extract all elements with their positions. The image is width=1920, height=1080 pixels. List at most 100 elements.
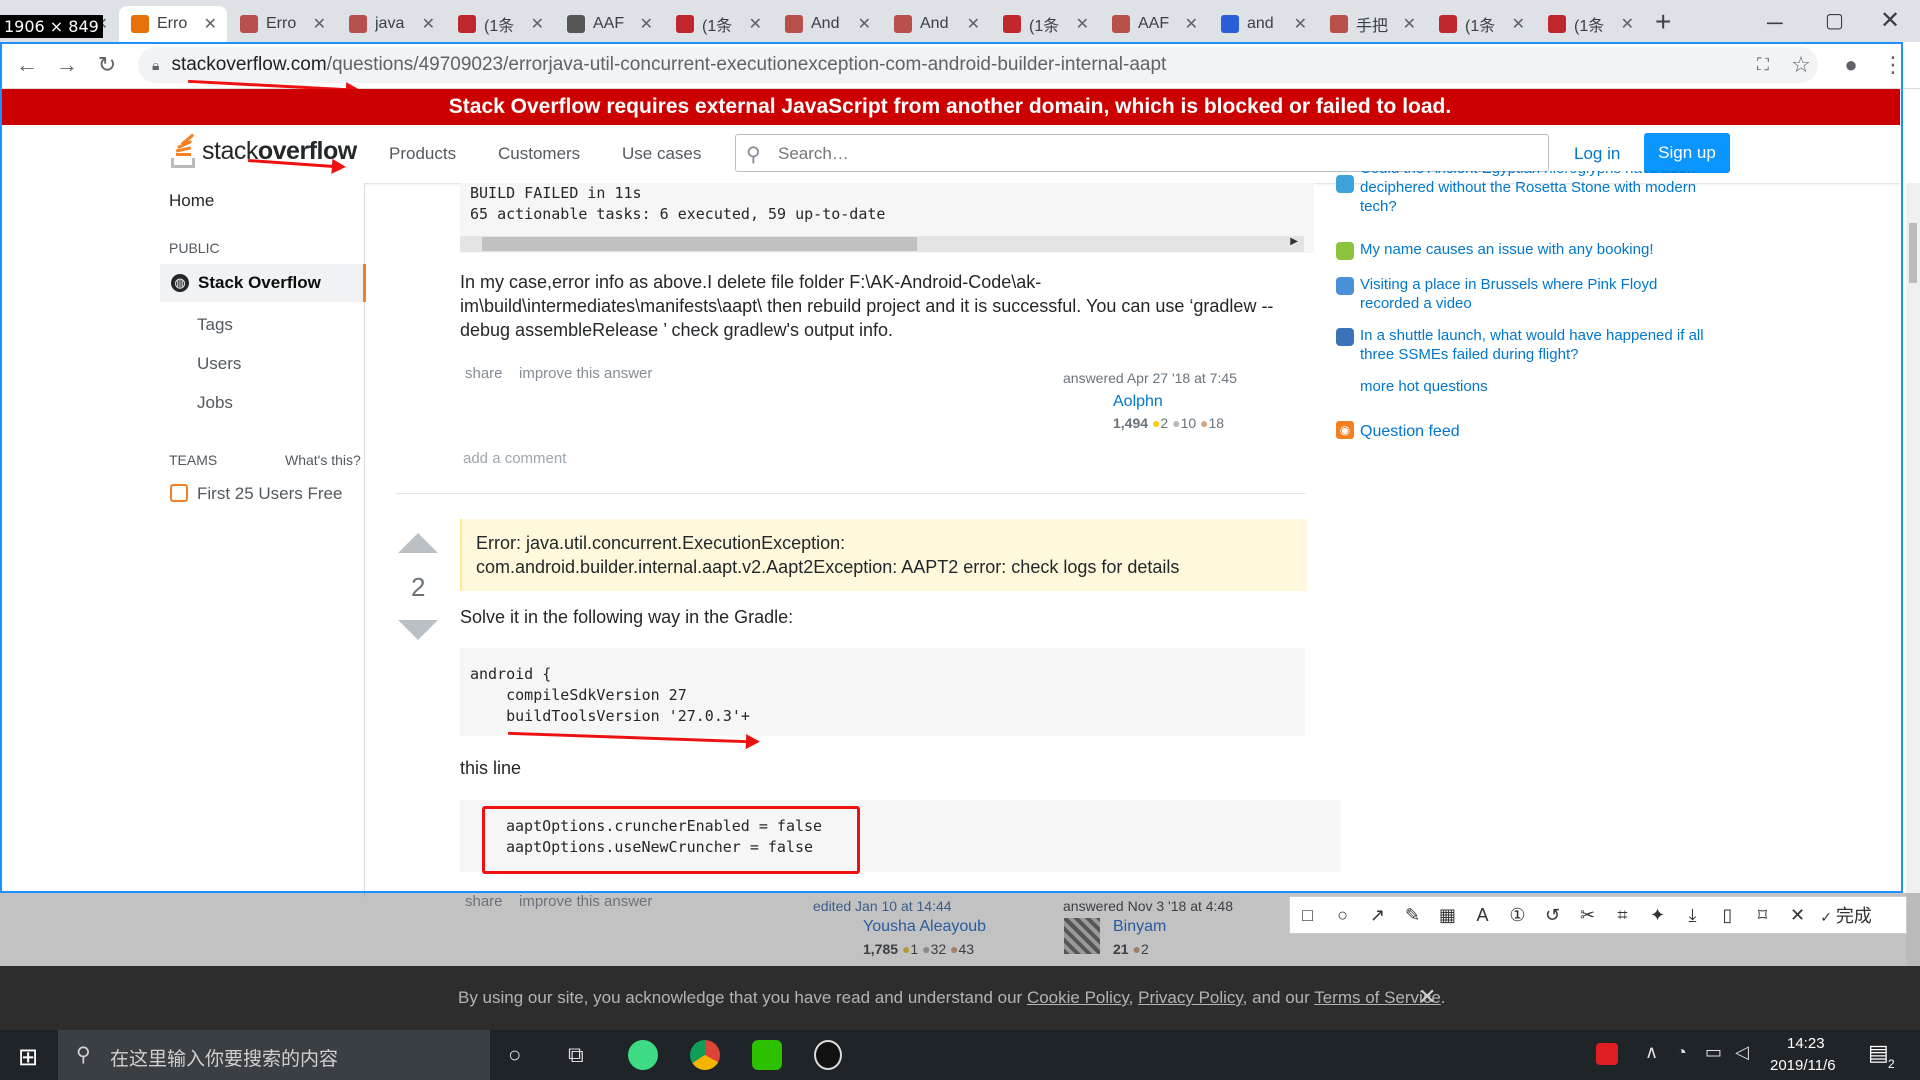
browser-tab[interactable]: (1条 ✕ (446, 6, 554, 42)
browser-tab[interactable]: 手把 ✕ (1318, 6, 1426, 42)
browser-tab[interactable]: AAF ✕ (555, 6, 663, 42)
hot-question-link[interactable]: Visiting a place in Brussels where Pink … (1360, 275, 1710, 313)
cookie-policy-link[interactable]: Cookie Policy (1027, 988, 1129, 1007)
search-box[interactable]: ⚲ (735, 134, 1549, 172)
share-link-2[interactable]: share (465, 893, 503, 910)
scrollbar-thumb[interactable] (482, 237, 917, 251)
first-users-free-link[interactable]: First 25 Users Free (197, 484, 342, 504)
tab-close-icon[interactable]: ✕ (858, 14, 871, 34)
window-close-button[interactable]: ✕ (1880, 6, 1900, 35)
teams-whats-this-link[interactable]: What's this? (285, 452, 361, 468)
upvote-icon[interactable] (398, 533, 438, 553)
profile-icon[interactable]: ● (1838, 52, 1864, 78)
network-icon[interactable]: ◔ (1676, 1042, 1687, 1063)
phone-icon[interactable]: ▯ (1710, 905, 1745, 926)
tab-close-icon[interactable]: ✕ (1185, 14, 1198, 34)
tab-close-icon[interactable]: ✕ (1403, 14, 1416, 34)
windows-start-icon[interactable]: ⊞ (18, 1043, 38, 1072)
share-link[interactable]: share (465, 365, 503, 382)
clock-date[interactable]: 2019/11/6 (1770, 1057, 1836, 1074)
sidebar-item-users[interactable]: Users (197, 354, 241, 374)
sidebar-item-stackoverflow[interactable]: Stack Overflow (198, 273, 321, 293)
tab-close-icon[interactable]: ✕ (1621, 14, 1634, 34)
ocr-icon[interactable]: ⌗ (1605, 905, 1640, 926)
more-hot-questions-link[interactable]: more hot questions (1360, 377, 1710, 396)
sidebar-item-tags[interactable]: Tags (197, 315, 233, 335)
browser-tab[interactable]: (1条 ✕ (664, 6, 772, 42)
menu-icon[interactable]: ⋮ (1880, 52, 1906, 78)
cut-icon[interactable]: ✂ (1570, 905, 1605, 926)
browser-tab[interactable]: (1条 ✕ (1427, 6, 1535, 42)
cortana-icon[interactable]: ○ (508, 1042, 521, 1068)
tab-close-icon[interactable]: ✕ (1076, 14, 1089, 34)
chrome-icon[interactable] (690, 1040, 720, 1070)
tab-close-icon[interactable]: ✕ (204, 14, 217, 34)
cookie-close-icon[interactable]: ✕ (1418, 984, 1436, 1010)
download-icon[interactable]: ⤓ (1675, 905, 1710, 926)
scroll-right-icon[interactable]: ▶ (1290, 236, 1298, 247)
hot-question-link[interactable]: In a shuttle launch, what would have hap… (1360, 326, 1710, 364)
bookmark-star-icon[interactable]: ☆ (1788, 52, 1814, 78)
pin-icon[interactable]: ✦ (1640, 905, 1675, 926)
new-tab-button[interactable]: + (1655, 6, 1671, 38)
wechat-icon[interactable] (752, 1040, 782, 1070)
browser-tab[interactable]: java ✕ (337, 6, 445, 42)
translate-icon[interactable]: ⛶ (1750, 52, 1776, 78)
address-bar[interactable]: 🔒︎ stackoverflow.com/questions/49709023/… (138, 47, 1818, 83)
done-button[interactable]: ✓ 完成 (1815, 902, 1877, 928)
improve-answer-link[interactable]: improve this answer (519, 365, 652, 382)
cancel-icon[interactable]: ✕ (1780, 905, 1815, 926)
hot-question-link[interactable]: My name causes an issue with any booking… (1360, 240, 1710, 259)
nav-customers[interactable]: Customers (498, 144, 580, 164)
login-link[interactable]: Log in (1574, 144, 1620, 164)
mosaic-tool-icon[interactable]: ▦ (1430, 905, 1465, 926)
forward-icon[interactable]: → (54, 52, 80, 78)
notifications-icon[interactable]: ▤ (1868, 1040, 1889, 1066)
browser-tab[interactable]: and ✕ (1209, 6, 1317, 42)
volume-icon[interactable]: ◁ (1735, 1042, 1749, 1063)
back-icon[interactable]: ← (14, 52, 40, 78)
number-tool-icon[interactable]: ① (1500, 905, 1535, 926)
user-avatar[interactable] (1064, 393, 1096, 425)
clock-time[interactable]: 14:23 (1787, 1035, 1825, 1052)
browser-tab[interactable]: AAF ✕ (1100, 6, 1208, 42)
undo-icon[interactable]: ↺ (1535, 905, 1570, 926)
nav-products[interactable]: Products (389, 144, 456, 164)
signup-button[interactable]: Sign up (1644, 133, 1730, 173)
downvote-icon[interactable] (398, 620, 438, 640)
browser-tab[interactable]: Erro ✕ (228, 6, 336, 42)
privacy-policy-link[interactable]: Privacy Policy (1138, 988, 1243, 1007)
battery-icon[interactable]: ▭ (1705, 1042, 1722, 1063)
maximize-button[interactable]: ▢ (1825, 8, 1844, 33)
tab-close-icon[interactable]: ✕ (313, 14, 326, 34)
tab-close-icon[interactable]: ✕ (531, 14, 544, 34)
sogou-ime-icon[interactable] (1596, 1043, 1618, 1065)
pen-tool-icon[interactable]: ✎ (1395, 905, 1430, 926)
search-input[interactable] (776, 143, 1480, 165)
qq-icon[interactable] (814, 1040, 842, 1070)
taskbar-search[interactable]: ⚲ 在这里输入你要搜索的内容 (58, 1030, 490, 1080)
nav-use-cases[interactable]: Use cases (622, 144, 701, 164)
code-scrollbar[interactable]: ▶ (460, 236, 1304, 252)
tab-close-icon[interactable]: ✕ (1294, 14, 1307, 34)
page-scrollbar-thumb[interactable] (1909, 223, 1917, 283)
save-bookmark-icon[interactable]: ⌑ (1745, 905, 1780, 926)
tab-close-icon[interactable]: ✕ (640, 14, 653, 34)
browser-tab[interactable]: And ✕ (882, 6, 990, 42)
browser-tab[interactable]: (1条 ✕ (1536, 6, 1644, 42)
user-avatar-2[interactable] (1064, 918, 1100, 954)
tab-close-icon[interactable]: ✕ (749, 14, 762, 34)
add-comment-link[interactable]: add a comment (463, 450, 566, 467)
tab-close-icon[interactable]: ✕ (422, 14, 435, 34)
minimize-button[interactable]: ─ (1767, 10, 1783, 36)
task-view-icon[interactable]: ⧉ (568, 1042, 584, 1068)
android-studio-icon[interactable] (628, 1040, 658, 1070)
tray-chevron-icon[interactable]: ∧ (1645, 1042, 1658, 1063)
reload-icon[interactable]: ↻ (94, 52, 120, 78)
user-link-2[interactable]: Binyam (1113, 918, 1166, 936)
rectangle-tool-icon[interactable]: □ (1290, 905, 1325, 926)
edited-time[interactable]: edited Jan 10 at 14:44 (813, 898, 952, 914)
arrow-tool-icon[interactable]: ↗ (1360, 905, 1395, 926)
browser-tab[interactable]: Erro ✕ (119, 6, 227, 42)
question-feed-link[interactable]: Question feed (1360, 422, 1710, 441)
